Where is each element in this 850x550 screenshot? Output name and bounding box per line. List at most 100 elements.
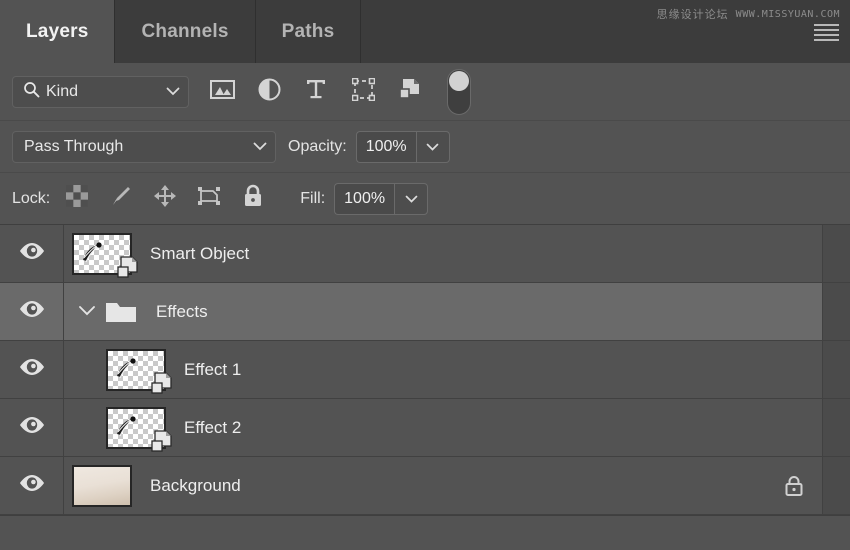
- chevron-down-icon: [405, 190, 418, 208]
- table-row[interactable]: Effect 1: [0, 341, 850, 399]
- lock-label: Lock:: [12, 190, 50, 208]
- smart-object-badge-icon: [115, 254, 141, 280]
- text-t-icon: [305, 78, 327, 105]
- layers-panel: Layers Channels Paths 思缘设计论坛 WWW.MISSYUA…: [0, 0, 850, 550]
- layer-row-gutter: [822, 399, 850, 456]
- layer-thumbnail[interactable]: [72, 465, 132, 507]
- brush-icon: [109, 184, 133, 213]
- type-layer-filter-button[interactable]: [297, 75, 335, 109]
- table-row[interactable]: Background: [0, 457, 850, 515]
- table-row[interactable]: Smart Object: [0, 225, 850, 283]
- layer-visibility-toggle[interactable]: [0, 283, 64, 340]
- toggle-knob: [449, 71, 469, 91]
- layer-name[interactable]: Effects: [156, 302, 208, 322]
- shape-layer-filter-button[interactable]: [344, 75, 382, 109]
- lock-artboard-button[interactable]: [190, 182, 228, 216]
- layer-row-body[interactable]: Background: [64, 457, 822, 514]
- layer-row-gutter: [822, 341, 850, 398]
- artboard-icon: [197, 184, 221, 213]
- pixel-layer-filter-button[interactable]: [203, 75, 241, 109]
- eye-icon: [18, 474, 46, 497]
- lock-all-button[interactable]: [234, 182, 272, 216]
- opacity-label: Opacity:: [288, 138, 347, 156]
- layer-thumbnail[interactable]: [106, 349, 166, 391]
- smart-object-filter-button[interactable]: [391, 75, 429, 109]
- menu-line: [814, 34, 839, 36]
- folder-icon: [104, 298, 138, 326]
- layer-list: Smart Object: [0, 225, 850, 515]
- layer-row-body[interactable]: Effect 2: [64, 399, 822, 456]
- blend-mode-value: Pass Through: [24, 138, 123, 156]
- panel-menu-icon[interactable]: [814, 24, 839, 41]
- filter-row: Kind: [0, 63, 850, 121]
- filter-enable-toggle[interactable]: [447, 69, 471, 115]
- eye-icon: [18, 358, 46, 381]
- move-arrows-icon: [153, 184, 177, 213]
- opacity-dropdown-button[interactable]: [416, 131, 450, 163]
- layer-thumbnail[interactable]: [106, 407, 166, 449]
- eye-icon: [18, 300, 46, 323]
- thumbnail-artwork: [114, 358, 140, 382]
- blend-mode-row: Pass Through Opacity: 100%: [0, 121, 850, 173]
- thumbnail-artwork: [114, 416, 140, 440]
- image-icon: [210, 79, 235, 105]
- layer-visibility-toggle[interactable]: [0, 341, 64, 398]
- shape-bounds-icon: [352, 78, 375, 106]
- layer-name[interactable]: Smart Object: [150, 244, 249, 264]
- lock-row: Lock:: [0, 173, 850, 225]
- fill-control: 100%: [334, 183, 428, 215]
- layer-row-body[interactable]: Smart Object: [64, 225, 822, 282]
- filter-type-buttons: [203, 75, 429, 109]
- chevron-down-icon: [253, 138, 267, 156]
- tab-bar-filler: [361, 0, 850, 63]
- smart-object-icon: [398, 77, 422, 106]
- tab-layers[interactable]: Layers: [0, 0, 115, 63]
- tab-channels[interactable]: Channels: [115, 0, 255, 63]
- fill-label: Fill:: [300, 190, 325, 208]
- layer-row-gutter: [822, 457, 850, 514]
- search-icon: [23, 81, 40, 103]
- lock-transparent-pixels-button[interactable]: [58, 182, 96, 216]
- filter-kind-label: Kind: [46, 83, 78, 101]
- fill-dropdown-button[interactable]: [394, 183, 428, 215]
- layer-name[interactable]: Background: [150, 476, 241, 496]
- layer-row-gutter: [822, 283, 850, 340]
- tab-paths[interactable]: Paths: [256, 0, 362, 63]
- table-row[interactable]: Effect 2: [0, 399, 850, 457]
- table-row[interactable]: Effects: [0, 283, 850, 341]
- thumbnail-artwork: [80, 242, 106, 266]
- layer-name[interactable]: Effect 2: [184, 418, 241, 438]
- checkerboard-icon: [66, 185, 88, 212]
- opacity-input[interactable]: 100%: [356, 131, 416, 163]
- eye-icon: [18, 242, 46, 265]
- layer-visibility-toggle[interactable]: [0, 399, 64, 456]
- lock-position-button[interactable]: [146, 182, 184, 216]
- adjustment-layer-filter-button[interactable]: [250, 75, 288, 109]
- layer-locked-icon: [784, 475, 804, 497]
- layer-visibility-toggle[interactable]: [0, 225, 64, 282]
- menu-line: [814, 24, 839, 26]
- filter-kind-dropdown[interactable]: Kind: [12, 76, 189, 108]
- menu-line: [814, 39, 839, 41]
- panel-tab-bar: Layers Channels Paths 思缘设计论坛 WWW.MISSYUA…: [0, 0, 850, 63]
- layer-row-body[interactable]: Effect 1: [64, 341, 822, 398]
- chevron-down-icon: [166, 83, 180, 101]
- smart-object-badge-icon: [149, 370, 175, 396]
- layer-name[interactable]: Effect 1: [184, 360, 241, 380]
- group-expand-toggle[interactable]: [76, 301, 98, 323]
- chevron-down-icon: [78, 303, 96, 321]
- fill-input[interactable]: 100%: [334, 183, 394, 215]
- layer-list-empty-area: [0, 515, 850, 550]
- smart-object-badge-icon: [149, 428, 175, 454]
- layer-visibility-toggle[interactable]: [0, 457, 64, 514]
- opacity-control: 100%: [356, 131, 450, 163]
- layer-row-body[interactable]: Effects: [64, 283, 822, 340]
- blend-mode-dropdown[interactable]: Pass Through: [12, 131, 276, 163]
- lock-buttons: [58, 182, 272, 216]
- menu-line: [814, 29, 839, 31]
- lock-image-pixels-button[interactable]: [102, 182, 140, 216]
- chevron-down-icon: [426, 138, 439, 156]
- layer-thumbnail[interactable]: [72, 233, 132, 275]
- padlock-icon: [242, 184, 264, 213]
- half-circle-icon: [258, 78, 281, 106]
